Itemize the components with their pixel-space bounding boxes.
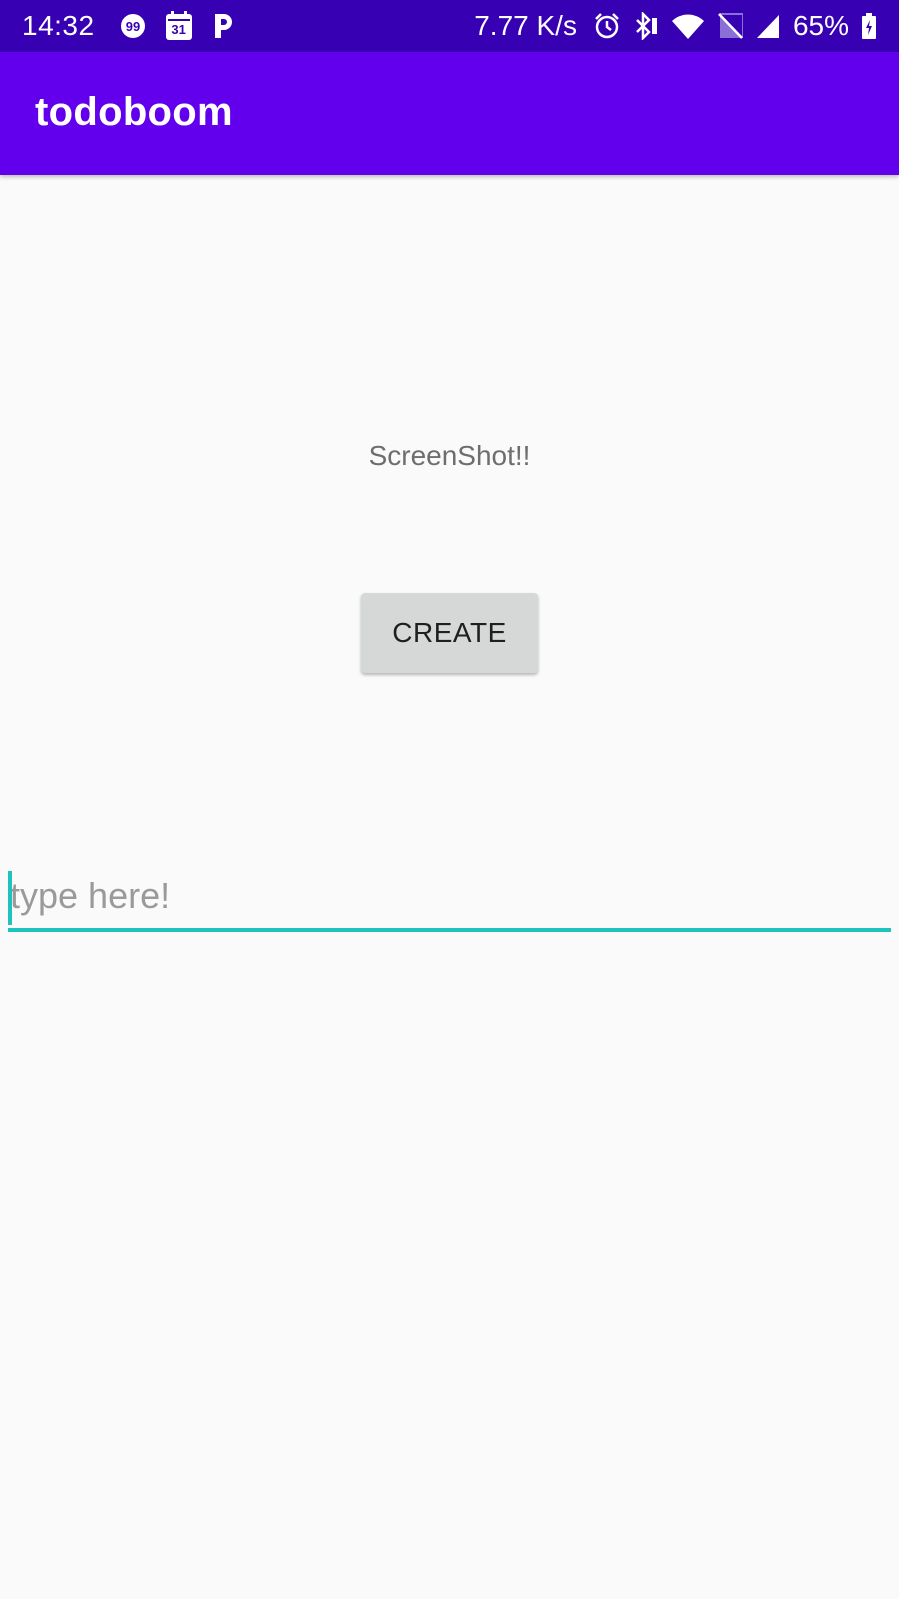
app-title: todoboom — [35, 90, 233, 134]
no-sim-icon — [717, 12, 743, 40]
input-underline — [8, 928, 891, 932]
status-left: 14:32 99 31 — [22, 10, 235, 42]
calendar-day: 31 — [171, 22, 186, 37]
create-button[interactable]: CREATE — [361, 593, 538, 673]
battery-percentage: 65% — [792, 10, 849, 41]
alarm-icon — [593, 12, 621, 40]
status-bar: 14:32 99 31 7.77 K/s 65% — [0, 0, 899, 52]
status-right: 7.77 K/s 65% — [474, 10, 877, 42]
wifi-icon — [671, 12, 705, 40]
notification-99-icon: 99 — [119, 12, 147, 40]
svg-text:99: 99 — [125, 19, 139, 34]
signal-icon — [755, 12, 781, 40]
network-speed: 7.77 K/s — [474, 10, 577, 41]
bluetooth-icon — [633, 12, 659, 40]
calendar-icon: 31 — [165, 11, 193, 41]
parking-app-icon — [211, 12, 235, 40]
todo-input-container — [8, 868, 891, 932]
todo-input[interactable] — [8, 868, 891, 924]
screenshot-message: ScreenShot!! — [368, 440, 531, 471]
battery-charging-icon — [861, 12, 877, 40]
status-time: 14:32 — [22, 10, 95, 41]
text-cursor — [8, 871, 12, 925]
app-bar: todoboom — [0, 52, 899, 175]
